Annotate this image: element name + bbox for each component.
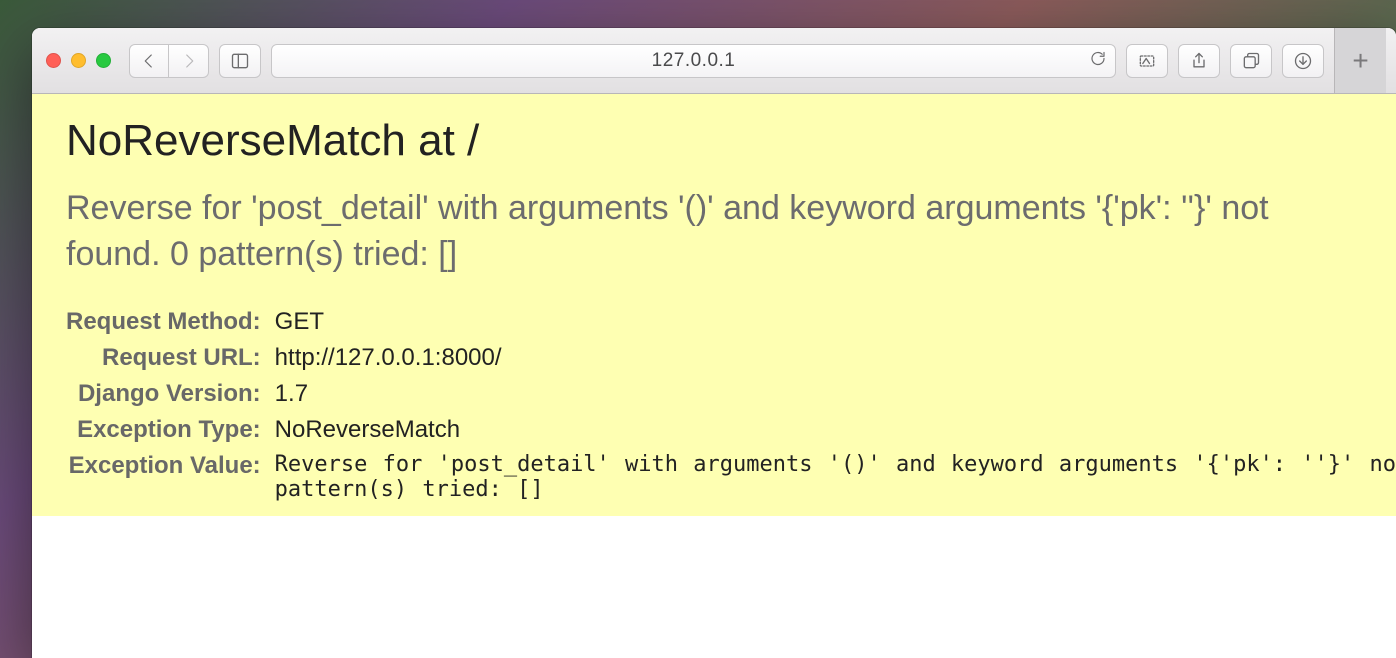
table-row: Request Method: GET bbox=[66, 304, 1396, 340]
tabs-button[interactable] bbox=[1230, 44, 1272, 78]
reader-icon bbox=[1137, 51, 1157, 71]
browser-window: 127.0.0.1 bbox=[32, 28, 1396, 658]
reader-button[interactable] bbox=[1126, 44, 1168, 78]
downloads-button[interactable] bbox=[1282, 44, 1324, 78]
meta-label: Exception Value: bbox=[66, 448, 275, 506]
window-minimize-button[interactable] bbox=[71, 53, 86, 68]
table-row: Exception Value: Reverse for 'post_detai… bbox=[66, 448, 1396, 506]
django-error-summary: NoReverseMatch at / Reverse for 'post_de… bbox=[32, 94, 1396, 516]
download-circle-icon bbox=[1293, 51, 1313, 71]
chevron-right-icon bbox=[180, 52, 198, 70]
share-icon bbox=[1189, 51, 1209, 71]
share-button[interactable] bbox=[1178, 44, 1220, 78]
meta-value: 1.7 bbox=[275, 376, 1396, 412]
meta-value: http://127.0.0.1:8000/ bbox=[275, 340, 1396, 376]
table-row: Django Version: 1.7 bbox=[66, 376, 1396, 412]
chevron-left-icon bbox=[140, 52, 158, 70]
table-row: Exception Type: NoReverseMatch bbox=[66, 412, 1396, 448]
window-controls bbox=[46, 53, 111, 68]
back-button[interactable] bbox=[129, 44, 169, 78]
browser-toolbar: 127.0.0.1 bbox=[32, 28, 1396, 94]
sidebar-icon bbox=[230, 51, 250, 71]
sidebar-toggle-button[interactable] bbox=[219, 44, 261, 78]
table-row: Request URL: http://127.0.0.1:8000/ bbox=[66, 340, 1396, 376]
meta-label: Django Version: bbox=[66, 376, 275, 412]
window-close-button[interactable] bbox=[46, 53, 61, 68]
page-content: NoReverseMatch at / Reverse for 'post_de… bbox=[32, 94, 1396, 658]
forward-button[interactable] bbox=[169, 44, 209, 78]
meta-value: NoReverseMatch bbox=[275, 412, 1396, 448]
meta-label: Request URL: bbox=[66, 340, 275, 376]
meta-value: GET bbox=[275, 304, 1396, 340]
window-zoom-button[interactable] bbox=[96, 53, 111, 68]
nav-back-forward-group bbox=[129, 44, 209, 78]
address-bar-text: 127.0.0.1 bbox=[310, 50, 1077, 72]
meta-label: Request Method: bbox=[66, 304, 275, 340]
tabs-icon bbox=[1241, 51, 1261, 71]
reload-button[interactable] bbox=[1089, 49, 1107, 72]
address-bar[interactable]: 127.0.0.1 bbox=[271, 44, 1116, 78]
error-title: NoReverseMatch at / bbox=[66, 116, 1362, 166]
meta-label: Exception Type: bbox=[66, 412, 275, 448]
new-tab-button[interactable]: + bbox=[1334, 28, 1386, 93]
reload-icon bbox=[1089, 49, 1107, 67]
meta-value: Reverse for 'post_detail' with arguments… bbox=[275, 448, 1396, 506]
error-subtitle: Reverse for 'post_detail' with arguments… bbox=[66, 186, 1362, 278]
plus-icon: + bbox=[1352, 45, 1368, 77]
error-meta-table: Request Method: GET Request URL: http://… bbox=[66, 304, 1396, 506]
